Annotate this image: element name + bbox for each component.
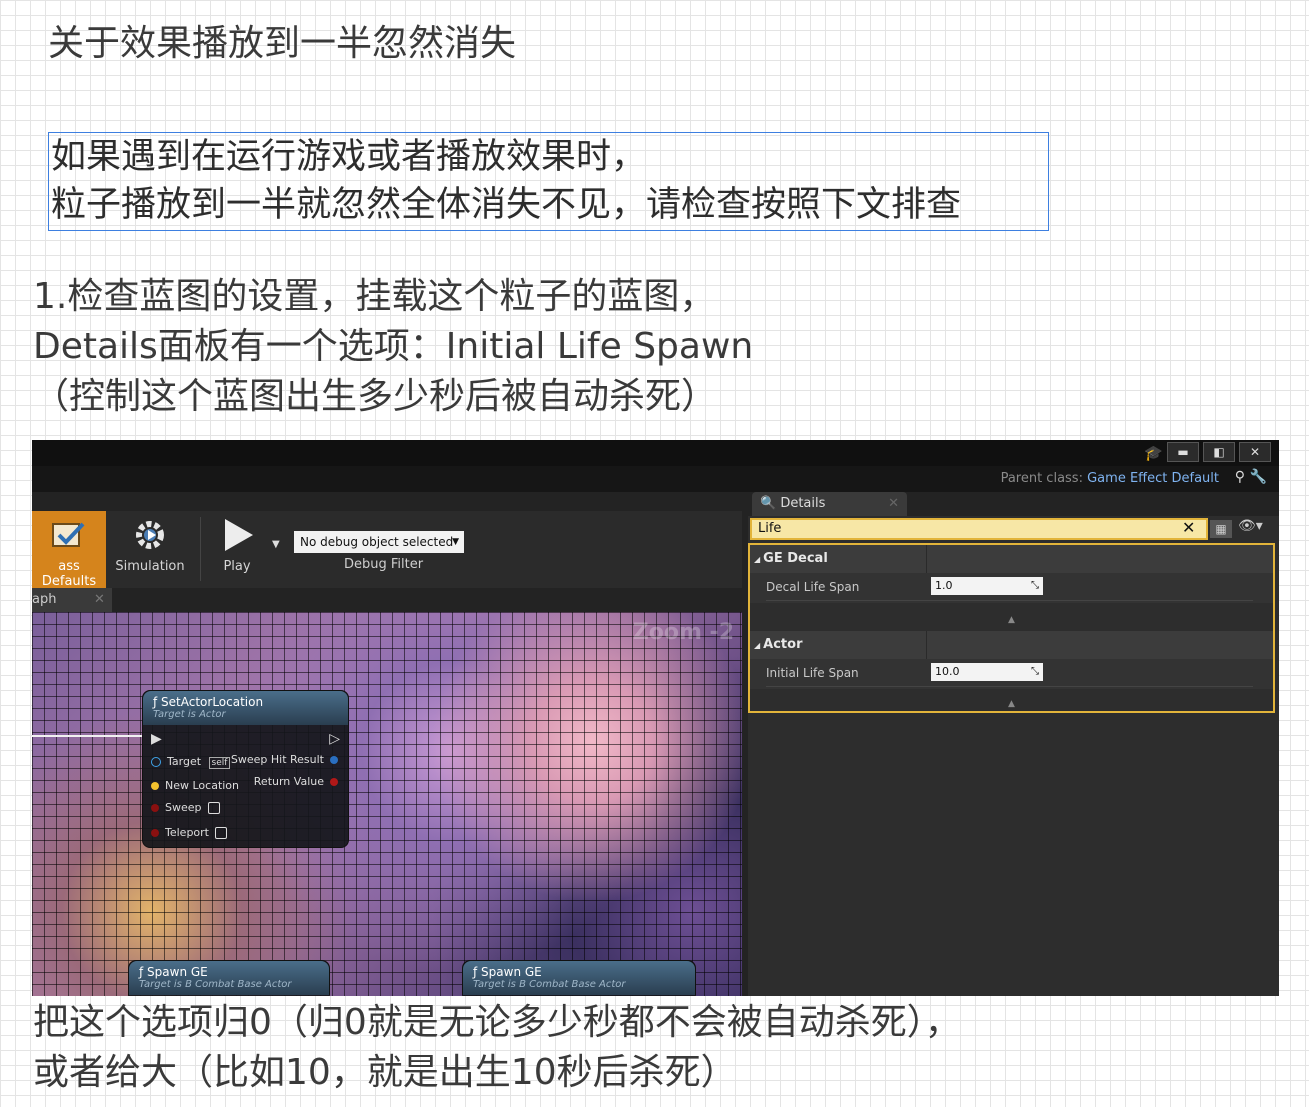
bottom-line-1: 把这个选项归0（归0就是无论多少秒都不会被自动杀死）， xyxy=(33,1002,961,1043)
close-button[interactable]: ✕ xyxy=(1239,442,1271,462)
doc-title: 关于效果播放到一半忽然消失 xyxy=(48,23,517,64)
spin-arrows-icon[interactable]: ⤡ xyxy=(1031,577,1039,595)
category-actor[interactable]: ◢ Actor xyxy=(750,631,1273,659)
exec-out-pin[interactable]: ▷ xyxy=(329,731,340,747)
teleport-checkbox[interactable] xyxy=(215,827,227,839)
node-title: ƒ SetActorLocation xyxy=(153,695,264,709)
new-location-pin[interactable]: New Location xyxy=(151,779,239,792)
node-header: ƒ SetActorLocation Target is Actor xyxy=(143,691,348,725)
target-default-value[interactable]: self xyxy=(208,757,231,769)
details-results-box: ◢ GE Decal Decal Life Span 1.0 ⤡ ▲ ◢ Actor… xyxy=(748,543,1275,713)
graph-tab-label: aph xyxy=(32,592,57,607)
event-graph-tab[interactable]: aph ✕ xyxy=(32,588,112,612)
set-actor-location-node[interactable]: ƒ SetActorLocation Target is Actor ▶ ▷ T… xyxy=(142,690,349,848)
parent-class-bar: Parent class: Game Effect Default ⚲ 🔧 xyxy=(32,466,1279,492)
details-panel: Life ✕ ▦ 👁▾ ◢ GE Decal Decal Life Span 1.… xyxy=(748,516,1279,996)
search-icon[interactable]: ⚲ xyxy=(1235,469,1245,485)
play-button[interactable]: Play xyxy=(206,511,268,588)
restore-button[interactable]: ◧ xyxy=(1203,442,1235,462)
blueprint-graph[interactable]: Zoom -2 ƒ SetActorLocation Target is Act… xyxy=(32,612,742,996)
simulation-label: Simulation xyxy=(115,559,185,574)
minimize-button[interactable]: ▬ xyxy=(1167,442,1199,462)
blueprint-toolbar: ass Defaults Simulation Play ▼ No debug … xyxy=(32,511,742,589)
parent-class-link[interactable]: Game Effect Default xyxy=(1087,471,1219,486)
details-tab-close-icon[interactable]: ✕ xyxy=(888,492,899,516)
initial-life-span-row: Initial Life Span 10.0 ⤡ xyxy=(750,659,1273,689)
sweep-hit-result-pin[interactable]: Sweep Hit Result xyxy=(231,753,338,766)
wrench-icon[interactable]: 🔧 xyxy=(1250,469,1267,485)
callout-line-1: 如果遇到在运行游戏或者播放效果时， xyxy=(51,137,647,177)
details-tab-icon: 🔍 xyxy=(760,496,777,511)
step-line-1: 1.检查蓝图的设置，挂载这个粒子的蓝图， xyxy=(33,276,716,317)
details-tab-label: Details xyxy=(780,496,826,511)
step-text: 1.检查蓝图的设置，挂载这个粒子的蓝图， Details面板有一个选项：Init… xyxy=(33,272,753,422)
decal-life-span-label: Decal Life Span xyxy=(766,580,860,594)
sweep-checkbox[interactable] xyxy=(207,802,220,814)
decal-life-span-input[interactable]: 1.0 ⤡ xyxy=(931,577,1043,595)
play-options-chevron-icon[interactable]: ▼ xyxy=(272,539,280,550)
step-line-2: Details面板有一个选项：Initial Life Spawn xyxy=(33,326,754,367)
initial-life-span-input[interactable]: 10.0 ⤡ xyxy=(931,663,1043,681)
details-search-input[interactable]: Life xyxy=(750,518,1208,540)
spawn-ge-subtitle: Target is B Combat Base Actor xyxy=(139,979,292,990)
spawn-ge-header: ƒ Spawn GE Target is B Combat Base Actor xyxy=(129,961,329,995)
expand-arrow-icon: ◢ xyxy=(754,555,761,564)
expand-arrow-icon: ◢ xyxy=(754,641,761,650)
decal-life-span-row: Decal Life Span 1.0 ⤡ xyxy=(750,573,1273,603)
view-options-eye-icon[interactable]: 👁▾ xyxy=(1238,518,1263,534)
window-buttons: ▬ ◧ ✕ xyxy=(1167,442,1271,462)
spin-arrows-icon[interactable]: ⤡ xyxy=(1031,663,1039,681)
class-defaults-icon xyxy=(32,511,106,559)
return-value-pin[interactable]: Return Value xyxy=(254,775,338,788)
zoom-indicator: Zoom -2 xyxy=(632,620,734,645)
play-icon xyxy=(206,511,268,559)
bottom-line-2: 或者给大（比如10，就是出生10秒后杀死） xyxy=(33,1052,737,1093)
target-pin[interactable]: Target self xyxy=(151,755,231,769)
callout-line-2: 粒子播放到一半就忽然全体消失不见，请检查按照下文排查 xyxy=(51,185,962,225)
tab-close-icon[interactable]: ✕ xyxy=(94,588,105,612)
class-defaults-button[interactable]: ass Defaults xyxy=(32,511,106,589)
debug-object-select[interactable]: No debug object selected ▼ xyxy=(294,531,464,553)
class-defaults-label: ass Defaults xyxy=(41,559,97,589)
debug-select-value: No debug object selected xyxy=(300,535,454,549)
parent-class-label: Parent class: xyxy=(1000,471,1083,486)
spawn-ge-node[interactable]: ƒ Spawn GE Target is B Combat Base Actor xyxy=(462,960,696,996)
play-label: Play xyxy=(223,559,251,574)
parent-class: Parent class: Game Effect Default xyxy=(1001,471,1219,486)
exec-wire xyxy=(32,735,142,737)
clear-search-icon[interactable]: ✕ xyxy=(1182,518,1195,538)
callout-box: 如果遇到在运行游戏或者播放效果时， 粒子播放到一半就忽然全体消失不见，请检查按照… xyxy=(48,132,1049,231)
sweep-pin[interactable]: Sweep xyxy=(151,801,220,814)
initial-life-span-label: Initial Life Span xyxy=(766,666,859,680)
spawn-ge-title: ƒ Spawn GE xyxy=(473,965,542,979)
spawn-ge-title: ƒ Spawn GE xyxy=(139,965,208,979)
teleport-pin[interactable]: Teleport xyxy=(151,826,227,839)
spawn-ge-header: ƒ Spawn GE Target is B Combat Base Actor xyxy=(463,961,695,995)
collapse-arrow-icon[interactable]: ▲ xyxy=(750,613,1273,627)
node-subtitle: Target is Actor xyxy=(153,709,226,720)
collapse-arrow-icon[interactable]: ▲ xyxy=(750,697,1273,711)
spawn-ge-node[interactable]: ƒ Spawn GE Target is B Combat Base Actor xyxy=(128,960,330,996)
details-tab[interactable]: 🔍 Details ✕ xyxy=(752,492,907,516)
graduation-cap-icon[interactable]: 🎓 xyxy=(1144,444,1163,462)
debug-filter-label: Debug Filter xyxy=(344,557,424,572)
step-line-3: （控制这个蓝图出生多少秒后被自动杀死） xyxy=(33,376,718,417)
property-matrix-icon[interactable]: ▦ xyxy=(1210,520,1232,538)
category-ge-decal[interactable]: ◢ GE Decal xyxy=(750,545,1273,573)
gear-icon xyxy=(112,511,188,559)
spawn-ge-subtitle: Target is B Combat Base Actor xyxy=(473,979,626,990)
bottom-text: 把这个选项归0（归0就是无论多少秒都不会被自动杀死）， 或者给大（比如10，就是… xyxy=(33,998,961,1098)
toolbar-separator xyxy=(200,517,201,581)
dropdown-arrow-icon: ▼ xyxy=(452,537,459,547)
editor-screenshot: 🎓 ▬ ◧ ✕ Parent class: Game Effect Defaul… xyxy=(32,440,1279,996)
simulation-button[interactable]: Simulation xyxy=(112,511,188,588)
exec-in-pin[interactable]: ▶ xyxy=(151,731,162,747)
editor-titlebar: 🎓 ▬ ◧ ✕ xyxy=(32,440,1279,466)
